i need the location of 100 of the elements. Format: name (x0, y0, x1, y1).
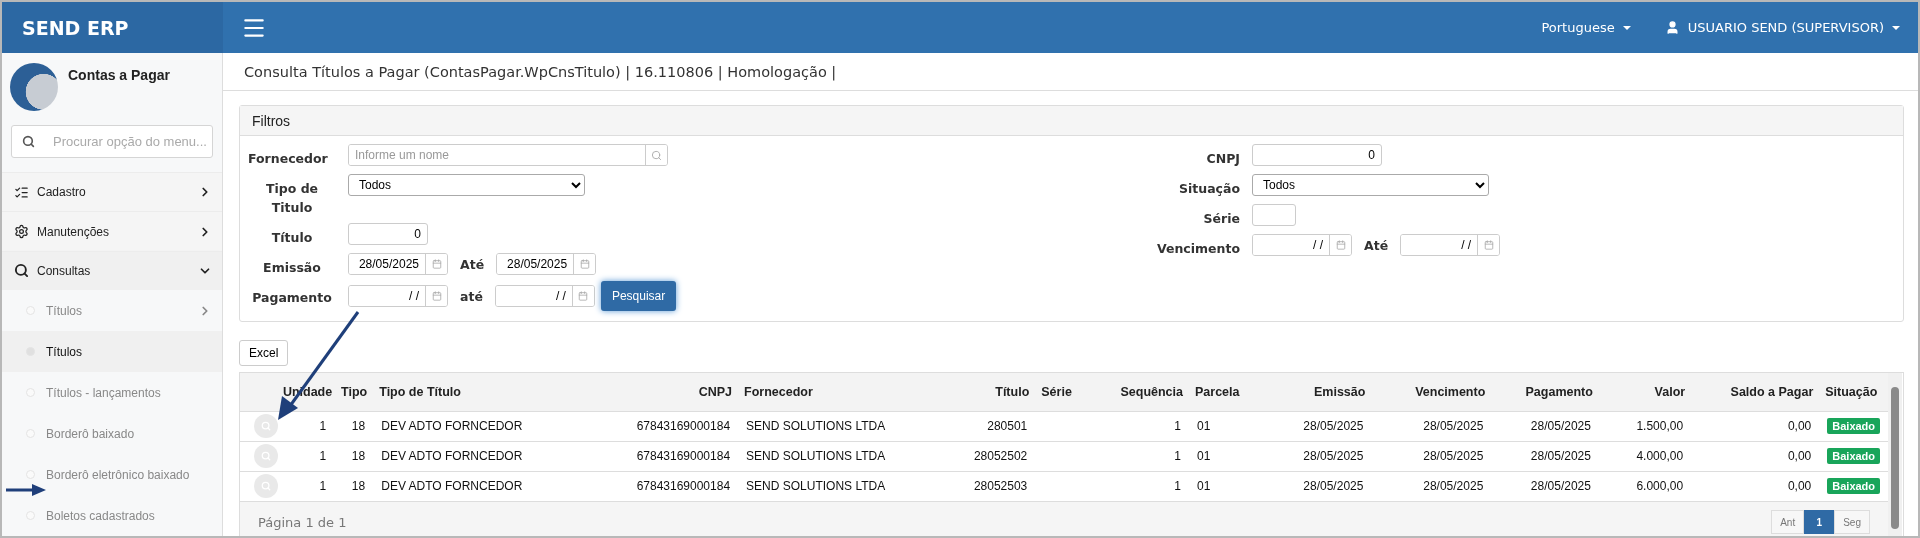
table-cell: 1 (1101, 441, 1189, 471)
field-label: Emissão (262, 259, 322, 277)
field-label: Tipo de Titulo (264, 180, 320, 217)
language-menu[interactable]: Portuguese (1541, 20, 1631, 35)
date-field[interactable]: 28/05/2025 (348, 253, 448, 275)
menu-item[interactable]: Manutenções (2, 211, 222, 251)
field-label: Até (460, 256, 485, 272)
table-cell: 28/05/2025 (1276, 471, 1372, 501)
table-cell: 28052503 (958, 471, 1036, 501)
column-header: Parcela (1189, 373, 1277, 411)
table-cell: 67843169000184 (596, 471, 739, 501)
table-cell: 1.500,00 (1598, 411, 1692, 441)
module-title: Contas a Pagar (68, 66, 170, 85)
field-label: Vencimento (1155, 240, 1240, 258)
supplier-field[interactable]: Informe um nome (348, 144, 668, 166)
select-field[interactable]: Todos (1252, 174, 1489, 196)
table-cell: 1 (1101, 471, 1189, 501)
table-cell: 0,00 (1691, 471, 1820, 501)
table-cell: 1 (1101, 411, 1189, 441)
table-cell: 01 (1189, 471, 1277, 501)
table-cell: 0,00 (1691, 411, 1820, 441)
column-header: Situação (1819, 373, 1888, 411)
menu-search-field[interactable]: Procurar opção do menu... (11, 125, 213, 159)
pager-button[interactable]: Ant (1771, 510, 1805, 535)
column-header: Saldo a Pagar (1691, 373, 1820, 411)
status-badge: Baixado (1827, 448, 1881, 464)
column-header: Série (1035, 373, 1102, 411)
status-badge: Baixado (1827, 478, 1881, 494)
field-label: Pagamento (251, 289, 333, 307)
panel-title: Filtros (240, 106, 1903, 136)
table-cell: 1 (276, 471, 335, 501)
column-header: Tipo (334, 373, 374, 411)
pager-button[interactable]: 1 (1804, 510, 1835, 535)
table-cell: 28052502 (958, 441, 1036, 471)
calendar-icon (1335, 240, 1346, 250)
table-cell: SEND SOLUTIONS LTDA (738, 441, 959, 471)
table-cell: 01 (1189, 441, 1277, 471)
table-cell: 18 (334, 441, 374, 471)
view-button[interactable] (254, 414, 278, 438)
input-field[interactable]: 0 (1252, 144, 1382, 166)
column-header: Tipo de Título (373, 373, 597, 411)
table-cell: 28/05/2025 (1371, 441, 1492, 471)
app-title: SEND ERP (2, 2, 223, 53)
column-header: Pagamento (1491, 373, 1599, 411)
table-cell: SEND SOLUTIONS LTDA (738, 411, 959, 441)
search-icon (651, 149, 662, 161)
date-field[interactable]: / / (1252, 234, 1352, 256)
column-header: CNPJ (596, 373, 739, 411)
column-header: Emissão (1276, 373, 1372, 411)
pager-button[interactable]: Seg (1834, 510, 1870, 535)
scrollbar[interactable] (1888, 373, 1902, 536)
menu-search-field[interactable]: Procurar opção do menu... (51, 133, 212, 150)
submenu-item[interactable]: Títulos (2, 331, 222, 372)
table-cell: SEND SOLUTIONS LTDA (738, 471, 959, 501)
field-label: Até (1364, 237, 1389, 253)
column-header: Fornecedor (738, 373, 959, 411)
table-cell: 28/05/2025 (1371, 411, 1492, 441)
calendar-icon (1483, 240, 1494, 250)
column-header: Título (958, 373, 1036, 411)
table-cell: DEV ADTO FORNCEDOR (373, 441, 597, 471)
table-cell: 28/05/2025 (1276, 411, 1372, 441)
table-cell: 6.000,00 (1598, 471, 1692, 501)
date-field[interactable]: 28/05/2025 (496, 253, 597, 275)
select-field[interactable]: Todos (348, 174, 585, 196)
table-cell: 18 (334, 471, 374, 501)
field-label: Fornecedor (248, 150, 329, 168)
table-cell: 28/05/2025 (1491, 411, 1599, 441)
column-header: Vencimento (1371, 373, 1492, 411)
table-cell: 280501 (958, 411, 1036, 441)
menu-item[interactable]: Consultas (2, 250, 222, 290)
table-cell: 4.000,00 (1598, 441, 1692, 471)
date-field[interactable]: / / (494, 285, 595, 307)
settings-icon (14, 224, 29, 239)
table-cell: DEV ADTO FORNCEDOR (373, 411, 597, 441)
date-field[interactable]: / / (348, 285, 448, 307)
table-cell: 0,00 (1691, 441, 1820, 471)
status-badge: Baixado (1827, 418, 1881, 434)
field-label: Situação (1177, 180, 1240, 198)
search-button[interactable]: Pesquisar (600, 281, 677, 311)
input-field[interactable] (1252, 204, 1296, 226)
table-cell: 1 (276, 441, 335, 471)
table-cell: 01 (1189, 411, 1277, 441)
logo-icon (10, 63, 58, 111)
table-cell: 28/05/2025 (1491, 471, 1599, 501)
input-field[interactable]: 0 (348, 223, 428, 245)
page-info: Página 1 de 1 (258, 514, 347, 530)
calendar-icon (431, 259, 442, 269)
table-cell: 67843169000184 (596, 411, 739, 441)
user-menu[interactable]: USUARIO SEND (SUPERVISOR) (1664, 20, 1900, 35)
user-icon (1664, 20, 1680, 35)
calendar-icon (578, 291, 589, 301)
menu-item[interactable]: Cadastro (2, 172, 222, 212)
search-icon (22, 135, 35, 148)
table-cell: 28/05/2025 (1276, 441, 1372, 471)
table-cell: 28/05/2025 (1491, 441, 1599, 471)
calendar-icon (579, 259, 590, 269)
table-cell: 28/05/2025 (1371, 471, 1492, 501)
date-field[interactable]: / / (1400, 234, 1501, 256)
search-icon (14, 263, 29, 279)
excel-button[interactable]: Excel (239, 340, 289, 366)
